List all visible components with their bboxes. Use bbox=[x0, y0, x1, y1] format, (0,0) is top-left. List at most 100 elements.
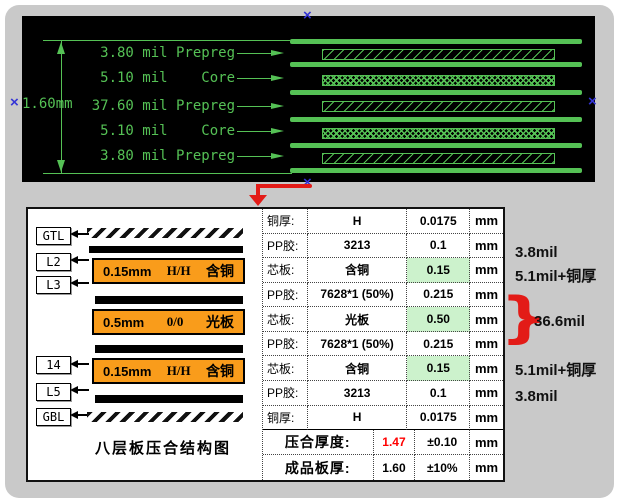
transition-arrow-icon bbox=[258, 184, 312, 188]
solder-mask-hatch-top bbox=[87, 228, 243, 238]
dimension-line-bottom bbox=[43, 173, 292, 174]
selection-x-marker-top-icon: × bbox=[303, 8, 312, 23]
row-label: PP胶: bbox=[263, 234, 308, 259]
layer-pointer-arrow-icon bbox=[78, 282, 89, 284]
core-board-type: 含铜 bbox=[206, 261, 234, 281]
copper-foil-bar bbox=[89, 246, 243, 253]
table-row: PP胶: 3213 0.1 mm bbox=[263, 234, 503, 259]
annotation-top-prepreg: 3.8mil bbox=[515, 244, 558, 261]
summary-unit: mm bbox=[470, 430, 503, 455]
copper-foil-bar bbox=[95, 395, 243, 403]
selection-x-marker-left-icon: × bbox=[10, 95, 19, 110]
table-row: PP胶: 3213 0.1 mm bbox=[263, 381, 503, 406]
row-value: H bbox=[308, 406, 408, 431]
core-board-copper-weight: H/H bbox=[167, 363, 191, 379]
core-layer-hatch bbox=[322, 75, 555, 86]
summary-label: 压合厚度: bbox=[263, 430, 374, 455]
row-label: PP胶: bbox=[263, 332, 308, 357]
table-row: PP胶: 7628*1 (50%) 0.215 mm bbox=[263, 283, 503, 308]
layer-label-l5: L5 bbox=[36, 383, 71, 401]
core-board-copper-weight: H/H bbox=[167, 263, 191, 279]
dimension-line-top bbox=[43, 40, 290, 41]
row-unit: mm bbox=[470, 381, 503, 406]
core-board-2: 0.5mm 0/0 光板 bbox=[92, 309, 245, 335]
callout-arrow-icon bbox=[237, 53, 271, 54]
row-unit: mm bbox=[470, 283, 503, 308]
cad-callout-core-2: 5.10 mil Core bbox=[22, 122, 235, 140]
table-row: 芯板: 含铜 0.15 mm bbox=[263, 258, 503, 283]
row-label: 铜厚: bbox=[263, 209, 308, 234]
summary-tolerance: ±0.10 bbox=[415, 430, 470, 455]
row-thickness: 0.0175 bbox=[407, 406, 470, 431]
callout-arrow-icon bbox=[237, 106, 271, 107]
row-thickness: 0.0175 bbox=[407, 209, 470, 234]
annotation-bottom-core: 5.1mil+铜厚 bbox=[515, 359, 596, 380]
row-label: PP胶: bbox=[263, 381, 308, 406]
layer-pointer-arrow-icon bbox=[78, 363, 89, 365]
core-board-1: 0.15mm H/H 含铜 bbox=[92, 258, 245, 284]
row-value: 含铜 bbox=[308, 356, 408, 381]
row-value: 7628*1 (50%) bbox=[308, 283, 408, 308]
core-layer-hatch bbox=[322, 128, 555, 139]
core-board-3: 0.15mm H/H 含铜 bbox=[92, 358, 245, 384]
summary-unit: mm bbox=[470, 455, 503, 480]
annotation-top-core: 5.1mil+铜厚 bbox=[515, 265, 596, 286]
row-label: 芯板: bbox=[263, 307, 308, 332]
row-label: 铜厚: bbox=[263, 406, 308, 431]
solder-mask-hatch-bottom bbox=[87, 412, 243, 422]
core-board-thickness: 0.5mm bbox=[103, 315, 144, 330]
table-row: 芯板: 含铜 0.15 mm bbox=[263, 356, 503, 381]
prepreg-layer-hatch bbox=[322, 101, 555, 112]
row-unit: mm bbox=[470, 307, 503, 332]
layer-label-l2: L2 bbox=[36, 253, 71, 271]
copper-layer-bar bbox=[290, 117, 582, 122]
row-thickness: 0.215 bbox=[407, 332, 470, 357]
copper-layer-bar bbox=[290, 168, 582, 173]
row-unit: mm bbox=[470, 332, 503, 357]
copper-layer-bar bbox=[290, 143, 582, 148]
row-thickness-highlighted: 0.15 bbox=[407, 356, 470, 381]
table-row: 芯板: 光板 0.50 mm bbox=[263, 307, 503, 332]
layer-label-l4: 14 bbox=[36, 356, 71, 374]
core-board-copper-weight: 0/0 bbox=[167, 314, 184, 330]
row-label: PP胶: bbox=[263, 283, 308, 308]
layer-label-l3: L3 bbox=[36, 276, 71, 294]
row-value: 含铜 bbox=[308, 258, 408, 283]
summary-value: 1.60 bbox=[374, 455, 416, 480]
row-thickness-highlighted: 0.50 bbox=[407, 307, 470, 332]
layer-pointer-arrow-icon bbox=[78, 389, 89, 391]
material-table: 铜厚: H 0.0175 mm PP胶: 3213 0.1 mm 芯板: 含铜 … bbox=[262, 209, 503, 480]
row-unit: mm bbox=[470, 258, 503, 283]
row-thickness: 0.1 bbox=[407, 381, 470, 406]
core-board-type: 光板 bbox=[206, 312, 234, 332]
cad-stackup-view: 1.60mm 3.80 mil Prepreg 5.10 mil Core 37… bbox=[22, 16, 595, 182]
row-value: 3213 bbox=[308, 234, 408, 259]
cad-callout-prepreg-1: 3.80 mil Prepreg bbox=[22, 44, 235, 62]
layer-label-gbl: GBL bbox=[36, 408, 71, 426]
row-value: 3213 bbox=[308, 381, 408, 406]
row-label: 芯板: bbox=[263, 258, 308, 283]
summary-row-lamination-thickness: 压合厚度: 1.47 ±0.10 mm bbox=[263, 430, 503, 455]
row-unit: mm bbox=[470, 234, 503, 259]
copper-foil-bar bbox=[95, 296, 243, 304]
row-unit: mm bbox=[470, 356, 503, 381]
cad-callout-core-1: 5.10 mil Core bbox=[22, 69, 235, 87]
table-row: 铜厚: H 0.0175 mm bbox=[263, 406, 503, 431]
copper-layer-bar bbox=[290, 39, 582, 44]
callout-arrow-icon bbox=[237, 78, 271, 79]
copper-layer-bar bbox=[290, 90, 582, 95]
callout-arrow-icon bbox=[237, 131, 271, 132]
cad-callout-prepreg-2: 37.60 mil Prepreg bbox=[22, 97, 235, 115]
row-value: 光板 bbox=[308, 307, 408, 332]
diagram-caption: 八层板压合结构图 bbox=[73, 437, 253, 458]
prepreg-layer-hatch bbox=[322, 49, 555, 60]
row-value: 7628*1 (50%) bbox=[308, 332, 408, 357]
summary-value: 1.47 bbox=[374, 430, 416, 455]
row-label: 芯板: bbox=[263, 356, 308, 381]
core-board-thickness: 0.15mm bbox=[103, 364, 151, 379]
row-unit: mm bbox=[470, 406, 503, 431]
summary-row-finished-thickness: 成品板厚: 1.60 ±10% mm bbox=[263, 455, 503, 480]
row-unit: mm bbox=[470, 209, 503, 234]
row-thickness: 0.215 bbox=[407, 283, 470, 308]
layer-label-gtl: GTL bbox=[36, 227, 71, 245]
